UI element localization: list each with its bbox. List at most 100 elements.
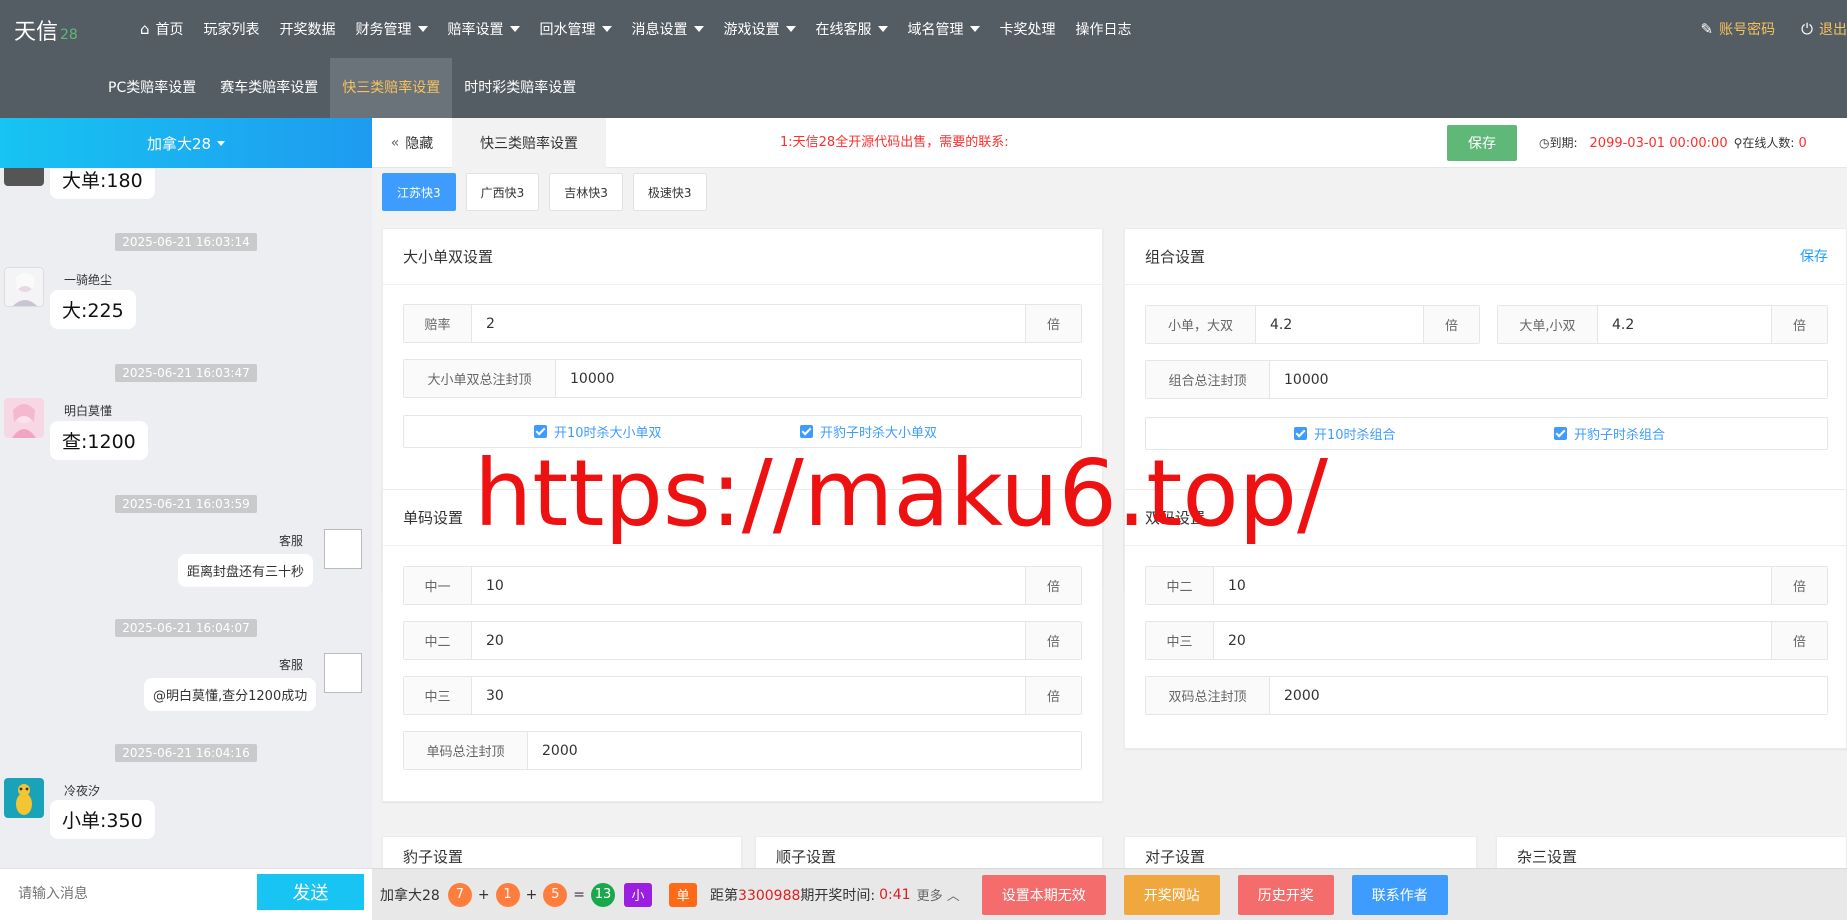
avatar	[4, 267, 44, 307]
field-label: 中二	[1146, 567, 1214, 604]
countdown: 0:41	[879, 886, 911, 903]
game-name: 加拿大28	[380, 887, 440, 904]
single-1-input[interactable]	[472, 567, 1025, 604]
checkbox-checked-icon	[1554, 427, 1567, 440]
kill-on-10-checkbox[interactable]: 开10时杀大小单双	[534, 422, 662, 441]
double-2-input[interactable]	[1214, 622, 1771, 659]
single-3-input[interactable]	[472, 677, 1025, 714]
tab-jisu-k3[interactable]: 极速快3	[632, 173, 707, 211]
combo-a-row: 小单，大双 倍	[1145, 305, 1480, 344]
checkbox-row: 开10时杀大小单双 开豹子时杀大小单双	[403, 415, 1082, 448]
size-tag: 小	[624, 882, 653, 907]
chat-messages[interactable]: 大单:180 2025-06-21 16:03:14 一骑绝尘 大:225 20…	[0, 168, 372, 868]
cap-input[interactable]	[556, 360, 1081, 397]
single-cap-input[interactable]	[528, 732, 1081, 769]
chat-room-selector[interactable]: 加拿大28	[0, 118, 372, 168]
double-row-1: 中二 倍	[1145, 566, 1828, 605]
nav-item-support[interactable]: 在线客服	[806, 19, 898, 39]
field-label: 中二	[404, 622, 472, 659]
logout-link[interactable]: ⏻ 退出	[1801, 19, 1847, 39]
caret-down-icon	[417, 26, 428, 32]
nav-item-messages[interactable]: 消息设置	[622, 19, 714, 39]
double-chevron-left-icon: «	[390, 135, 400, 151]
chat-username: 明白莫懂	[64, 404, 113, 418]
panel-title: 对子设置	[1125, 837, 1476, 868]
single-row-3: 中三 倍	[403, 676, 1082, 715]
double-cap-input[interactable]	[1270, 677, 1827, 714]
field-label: 中三	[1146, 622, 1214, 659]
tab-jiangsu-k3[interactable]: 江苏快3	[382, 173, 456, 211]
nav-item-game-settings[interactable]: 游戏设置	[714, 19, 806, 39]
panel-double-code: 双码设置 中二 倍 中三 倍 双码总注封顶	[1124, 489, 1847, 749]
page-toolbar: «隐藏 快三类赔率设置 1:天信28全开源代码出售，需要的联系: 保存 ◷到期:…	[372, 118, 1847, 168]
current-page-tab[interactable]: 快三类赔率设置	[452, 118, 606, 168]
hide-sidebar-button[interactable]: «隐藏	[372, 118, 452, 168]
expire-date: 2099-03-01 00:00:00	[1589, 136, 1728, 151]
next-draw-info: 距第3300988期开奖时间:	[710, 887, 876, 904]
caret-down-icon	[969, 26, 980, 32]
panel-title: 豹子设置	[383, 837, 741, 868]
tab-guangxi-k3[interactable]: 广西快3	[465, 173, 540, 211]
home-icon: ⌂	[140, 20, 150, 38]
unit-label: 倍	[1771, 306, 1827, 343]
nav-item-rebate[interactable]: 回水管理	[530, 19, 622, 39]
combo-kill-on-triple-checkbox[interactable]: 开豹子时杀组合	[1554, 424, 1665, 443]
caret-down-icon	[877, 26, 888, 32]
send-button[interactable]: 发送	[257, 874, 364, 910]
panel-mixed: 杂三设置	[1496, 836, 1847, 868]
plus-sign: +	[477, 886, 490, 903]
history-draw-button[interactable]: 历史开奖	[1237, 874, 1334, 915]
field-label: 大单,小双	[1498, 306, 1598, 343]
chat-timestamp: 2025-06-21 16:03:14	[0, 233, 372, 251]
chat-message-input[interactable]	[18, 877, 248, 911]
account-password-link[interactable]: ✎ 账号密码	[1701, 19, 1776, 39]
notice-text: 1:天信28全开源代码出售，需要的联系:	[780, 135, 1009, 150]
chevron-up-icon: ︿	[946, 889, 960, 904]
nav-item-domains[interactable]: 域名管理	[898, 19, 990, 39]
game-tabs: 江苏快3 广西快3 吉林快3 极速快3	[382, 173, 717, 211]
nav-item-draw-data[interactable]: 开奖数据	[270, 19, 346, 39]
support-avatar	[324, 529, 362, 569]
power-icon: ⏻	[1801, 20, 1813, 38]
panel-title: 杂三设置	[1497, 837, 1846, 868]
combo-b-input[interactable]	[1598, 306, 1771, 343]
unit-label: 倍	[1025, 622, 1081, 659]
combo-a-input[interactable]	[1256, 306, 1423, 343]
combo-kill-on-10-checkbox[interactable]: 开10时杀组合	[1294, 424, 1396, 443]
chat-bubble: 大单:180	[50, 168, 155, 199]
subnav-ssc-odds[interactable]: 时时彩类赔率设置	[452, 58, 588, 118]
cursor-dot	[1154, 510, 1166, 522]
support-avatar	[324, 653, 362, 693]
contact-author-button[interactable]: 联系作者	[1351, 874, 1448, 915]
combo-save-link[interactable]: 保存	[1800, 229, 1828, 285]
sum-ball: 13	[591, 882, 616, 907]
invalidate-draw-button[interactable]: 设置本期无效	[981, 874, 1106, 915]
save-button[interactable]: 保存	[1447, 125, 1517, 161]
subnav-racing-odds[interactable]: 赛车类赔率设置	[208, 58, 330, 118]
draw-site-button[interactable]: 开奖网站	[1123, 874, 1220, 915]
nav-item-home[interactable]: ⌂ 首页	[130, 19, 194, 39]
nav-item-odds[interactable]: 赔率设置	[438, 19, 530, 39]
nav-item-players[interactable]: 玩家列表	[194, 19, 270, 39]
combo-cap-input[interactable]	[1270, 361, 1827, 398]
rate-input[interactable]	[472, 305, 1025, 342]
subnav-k3-odds[interactable]: 快三类赔率设置	[330, 58, 453, 118]
nav-item-logs[interactable]: 操作日志	[1066, 19, 1142, 39]
online-count: 0	[1798, 136, 1807, 151]
single-2-input[interactable]	[472, 622, 1025, 659]
nav-item-stuck-draw[interactable]: 卡奖处理	[990, 19, 1066, 39]
unit-label: 倍	[1771, 622, 1827, 659]
tab-jilin-k3[interactable]: 吉林快3	[549, 173, 623, 211]
chat-bubble: 距离封盘还有三十秒	[178, 554, 314, 587]
app-logo[interactable]: 天信 28	[14, 14, 78, 46]
caret-down-icon	[785, 26, 796, 32]
chat-bubble: @明白莫懂,查分1200成功	[144, 678, 317, 711]
double-1-input[interactable]	[1214, 567, 1771, 604]
unit-label: 倍	[1025, 677, 1081, 714]
subnav-pc-odds[interactable]: PC类赔率设置	[96, 58, 208, 118]
combo-b-row: 大单,小双 倍	[1497, 305, 1828, 344]
nav-item-finance[interactable]: 财务管理	[346, 19, 438, 39]
checkbox-checked-icon	[534, 425, 547, 438]
kill-on-triple-checkbox[interactable]: 开豹子时杀大小单双	[800, 422, 937, 441]
more-link[interactable]: 更多 ︿	[917, 885, 960, 904]
